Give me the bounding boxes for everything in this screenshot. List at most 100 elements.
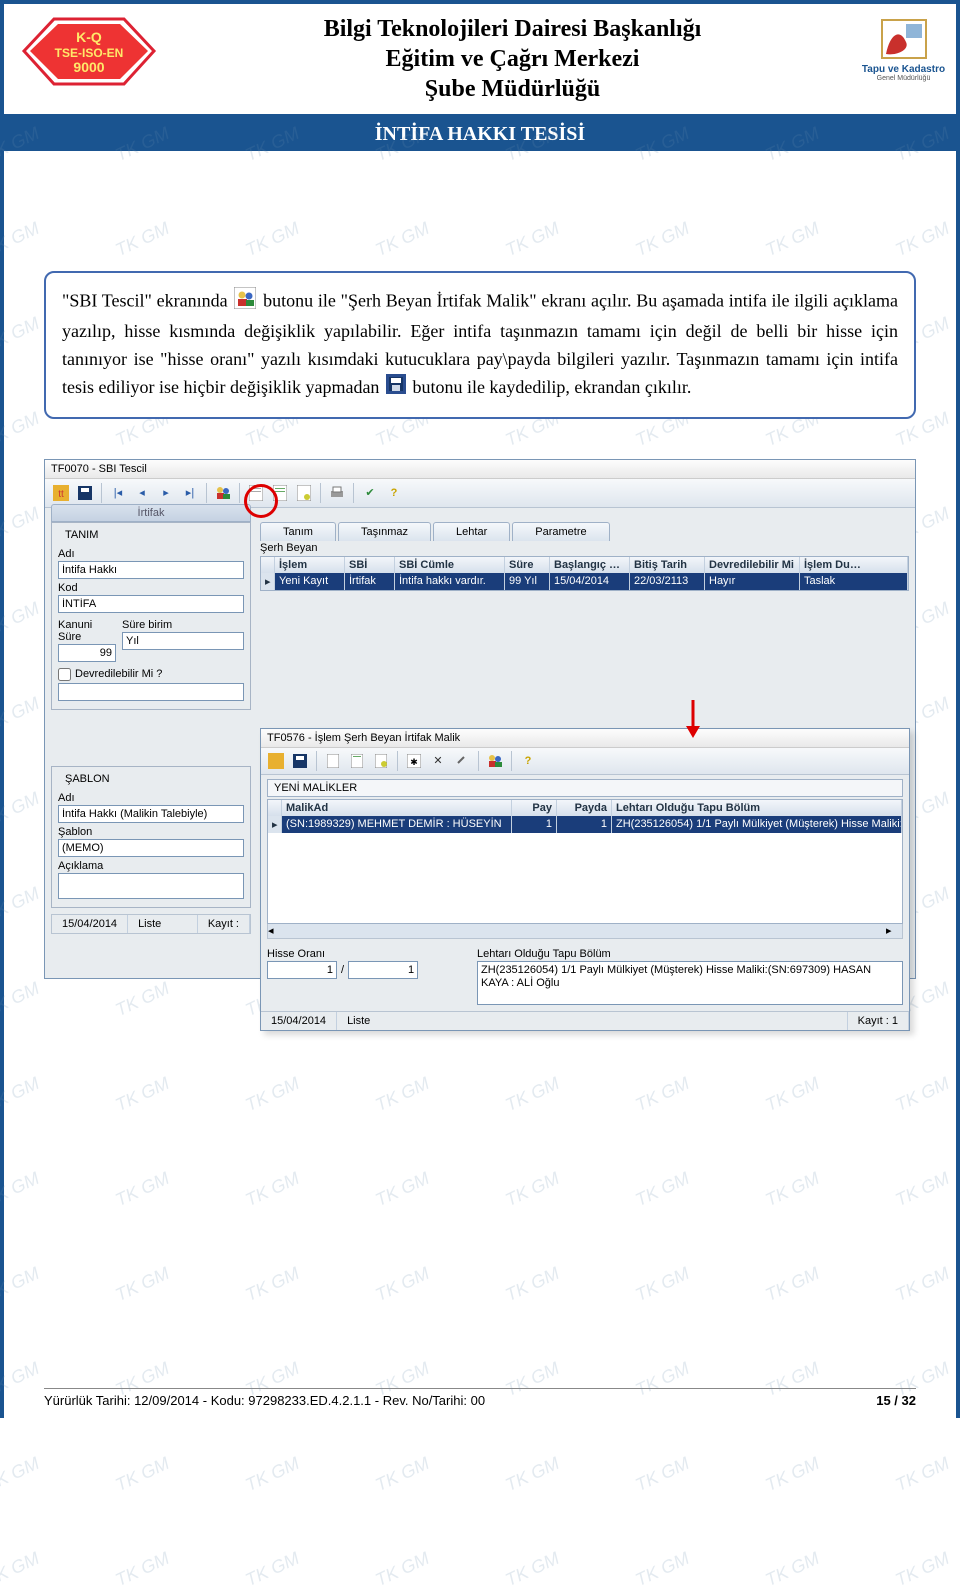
tab-tanim[interactable]: Tanım bbox=[260, 522, 336, 541]
dialog-doc3-button[interactable] bbox=[371, 751, 391, 771]
adi-label: Adı bbox=[58, 548, 244, 560]
left-panel: TANIM Adı Kod Kanuni Süre Süre birim bbox=[51, 522, 251, 934]
dialog-people-button[interactable] bbox=[485, 751, 505, 771]
tanim-legend: TANIM bbox=[62, 529, 101, 541]
col-devr: Devredilebilir Mi bbox=[705, 557, 800, 573]
status-kayit: Kayıt : bbox=[198, 915, 250, 933]
app-window-sbi-tescil: TF0070 - SBI Tescil tt |◂ ◂ ▸ ▸| ✔ ? İrt… bbox=[44, 459, 916, 979]
sablon-legend: ŞABLON bbox=[62, 773, 113, 785]
header-line3: Şube Müdürlüğü bbox=[164, 74, 861, 104]
col-baslangic: Başlangıç … bbox=[550, 557, 630, 573]
kod-label: Kod bbox=[58, 582, 244, 594]
page-title: İNTİFA HAKKI TESİSİ bbox=[4, 118, 956, 151]
status-liste: Liste bbox=[128, 915, 198, 933]
sablon-fieldset: ŞABLON Adı Şablon Açıklama bbox=[51, 766, 251, 908]
sablon-adi-field[interactable] bbox=[58, 805, 244, 823]
nav-last-button[interactable]: ▸| bbox=[180, 483, 200, 503]
footer-right: 15 / 32 bbox=[876, 1393, 916, 1408]
left-tab-irtifak[interactable]: İrtifak bbox=[51, 504, 251, 522]
surebirim-label: Süre birim bbox=[122, 619, 244, 631]
doc1-button[interactable] bbox=[246, 483, 266, 503]
hisse-label: Hisse Oranı bbox=[267, 948, 467, 960]
hisse-pay-field[interactable] bbox=[267, 961, 337, 979]
col-payda: Payda bbox=[557, 800, 612, 816]
adi-field[interactable] bbox=[58, 561, 244, 579]
save-button[interactable] bbox=[75, 483, 95, 503]
col-malikad: MalikAd bbox=[282, 800, 512, 816]
tab-lehtar[interactable]: Lehtar bbox=[433, 522, 510, 541]
kanuni-field[interactable] bbox=[58, 644, 116, 662]
people-button[interactable] bbox=[213, 483, 233, 503]
sablon-adi-label: Adı bbox=[58, 792, 244, 804]
dialog-save-button[interactable] bbox=[290, 751, 310, 771]
col-sure: Süre bbox=[505, 557, 550, 573]
tanim-fieldset: TANIM Adı Kod Kanuni Süre Süre birim bbox=[51, 522, 251, 710]
logo-tse: TSE-ISO-EN bbox=[55, 46, 124, 60]
dialog-delete-button[interactable]: ✕ bbox=[428, 751, 448, 771]
help-button[interactable]: ? bbox=[384, 483, 404, 503]
lehtar-field[interactable]: ZH(235126054) 1/1 Paylı Mülkiyet (Müşter… bbox=[477, 961, 903, 1005]
scroll-right-button[interactable]: ▸ bbox=[886, 924, 902, 937]
svg-text:✱: ✱ bbox=[410, 757, 418, 767]
surebirim-field[interactable] bbox=[122, 632, 244, 650]
dialog-status-date: 15/04/2014 bbox=[261, 1012, 337, 1030]
nav-next-button[interactable]: ▸ bbox=[156, 483, 176, 503]
nav-prev-button[interactable]: ◂ bbox=[132, 483, 152, 503]
header-line2: Eğitim ve Çağrı Merkezi bbox=[164, 44, 861, 74]
serh-beyan-label: Şerh Beyan bbox=[260, 542, 317, 554]
tab-tasinmaz[interactable]: Taşınmaz bbox=[338, 522, 431, 541]
scroll-left-button[interactable]: ◂ bbox=[268, 924, 284, 937]
dialog-titlebar: TF0576 - İşlem Şerh Beyan İrtifak Malik bbox=[261, 729, 909, 748]
grid-row[interactable]: ▸ Yeni Kayıt İrtifak İntifa hakkı vardır… bbox=[261, 573, 908, 590]
footer-left: Yürürlük Tarihi: 12/09/2014 - Kodu: 9729… bbox=[44, 1393, 485, 1408]
tab-parametre[interactable]: Parametre bbox=[512, 522, 609, 541]
col-islem: İşlem bbox=[275, 557, 345, 573]
page-header: K-Q TSE-ISO-EN 9000 Bilgi Teknolojileri … bbox=[4, 4, 956, 118]
print-button[interactable] bbox=[327, 483, 347, 503]
col-sbi: SBİ bbox=[345, 557, 395, 573]
dialog-attach-button[interactable] bbox=[452, 751, 472, 771]
doc2-button[interactable] bbox=[270, 483, 290, 503]
dialog-doc1-button[interactable] bbox=[323, 751, 343, 771]
dialog-statusbar: 15/04/2014 Liste Kayıt : 1 bbox=[261, 1011, 909, 1030]
hisse-payda-field[interactable] bbox=[348, 961, 418, 979]
devredilebilir-checkbox[interactable] bbox=[58, 668, 71, 681]
header-line1: Bilgi Teknolojileri Dairesi Başkanlığı bbox=[164, 14, 861, 44]
yeni-malikler-label: YENİ MALİKLER bbox=[267, 779, 903, 797]
dialog-toolbar: ✱ ✕ ? bbox=[261, 748, 909, 775]
kod-field[interactable] bbox=[58, 595, 244, 613]
dialog-doc2-button[interactable] bbox=[347, 751, 367, 771]
nav-first-button[interactable]: |◂ bbox=[108, 483, 128, 503]
doc3-button[interactable] bbox=[294, 483, 314, 503]
devredilebilir-field[interactable] bbox=[58, 683, 244, 701]
aciklama-field[interactable] bbox=[58, 873, 244, 899]
instr-1c: butonu ile kaydedilip, ekrandan çıkılır. bbox=[412, 377, 691, 397]
col-sbicumle: SBİ Cümle bbox=[395, 557, 505, 573]
tapu-logo-text: Tapu ve Kadastro bbox=[862, 64, 945, 75]
malik-grid-row[interactable]: ▸ (SN:1989329) MEHMET DEMİR : HÜSEYİN 1 … bbox=[268, 816, 902, 833]
save-icon bbox=[386, 374, 406, 403]
iso-logo: K-Q TSE-ISO-EN 9000 bbox=[14, 14, 164, 89]
people-icon bbox=[234, 287, 256, 318]
sablon-field[interactable] bbox=[58, 839, 244, 857]
aciklama-label: Açıklama bbox=[58, 860, 244, 872]
tab-strip: Tanım Taşınmaz Lehtar Parametre bbox=[260, 522, 612, 541]
grid-header: İşlem SBİ SBİ Cümle Süre Başlangıç … Bit… bbox=[261, 557, 908, 573]
app-titlebar: TF0070 - SBI Tescil bbox=[45, 460, 915, 479]
instruction-box: "SBI Tescil" ekranında butonu ile "Şerh … bbox=[44, 271, 916, 419]
dialog-irtifak-malik: TF0576 - İşlem Şerh Beyan İrtifak Malik … bbox=[260, 728, 910, 1031]
dialog-app-icon bbox=[266, 751, 286, 771]
logo-9000: 9000 bbox=[73, 59, 104, 75]
col-bitis: Bitiş Tarih bbox=[630, 557, 705, 573]
malik-grid[interactable]: MalikAd Pay Payda Lehtarı Olduğu Tapu Bö… bbox=[267, 799, 903, 924]
status-date: 15/04/2014 bbox=[52, 915, 128, 933]
dialog-status-kayit: Kayıt : 1 bbox=[848, 1012, 909, 1030]
col-pay: Pay bbox=[512, 800, 557, 816]
dialog-help-button[interactable]: ? bbox=[518, 751, 538, 771]
header-title-block: Bilgi Teknolojileri Dairesi Başkanlığı E… bbox=[164, 10, 861, 114]
kanuni-label: Kanuni Süre bbox=[58, 619, 116, 643]
ok-button[interactable]: ✔ bbox=[360, 483, 380, 503]
dialog-status-liste: Liste bbox=[337, 1012, 848, 1030]
dialog-new-button[interactable]: ✱ bbox=[404, 751, 424, 771]
sbi-grid[interactable]: İşlem SBİ SBİ Cümle Süre Başlangıç … Bit… bbox=[260, 556, 909, 591]
